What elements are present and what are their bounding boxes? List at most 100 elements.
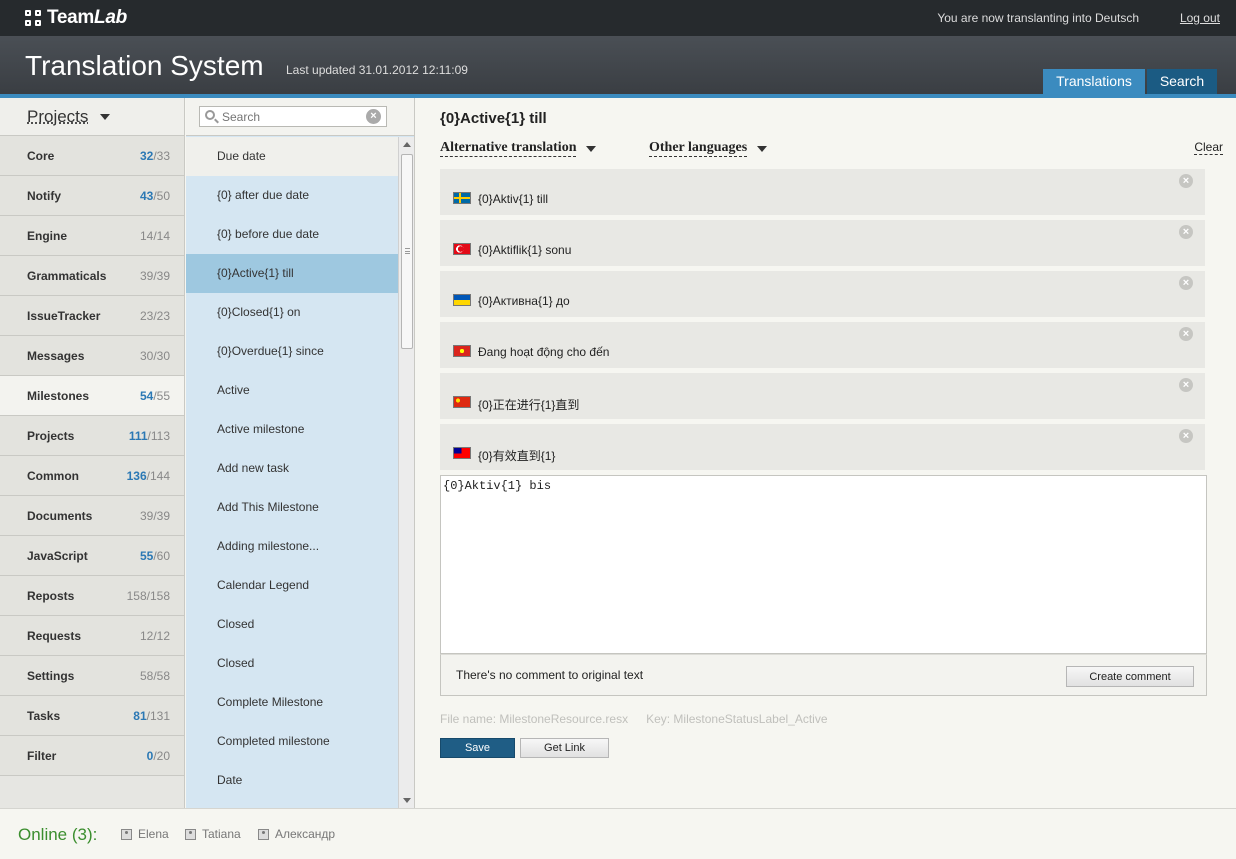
key-list-item[interactable]: Active — [186, 371, 398, 410]
vietnam-flag-icon — [453, 345, 471, 357]
sidebar-item-messages[interactable]: Messages 30/30 — [0, 336, 184, 376]
done-count: 43 — [139, 189, 154, 203]
scroll-up-icon[interactable] — [403, 142, 411, 147]
online-user[interactable]: Elena — [121, 827, 169, 841]
alternative-translation-item[interactable]: {0}Активна{1} до × — [440, 271, 1205, 317]
close-icon[interactable]: × — [1179, 174, 1193, 188]
done-count: 39 — [139, 509, 154, 523]
key-list-item[interactable]: Date — [186, 761, 398, 800]
sidebar-item-issuetracker[interactable]: IssueTracker 23/23 — [0, 296, 184, 336]
user-icon — [258, 828, 269, 840]
save-button[interactable]: Save — [440, 738, 515, 758]
close-icon[interactable]: × — [1179, 276, 1193, 290]
close-icon[interactable]: × — [1179, 429, 1193, 443]
online-user[interactable]: Tatiana — [185, 827, 241, 841]
sidebar-item-tasks[interactable]: Tasks 81/131 — [0, 696, 184, 736]
sidebar-item-reposts[interactable]: Reposts 158/158 — [0, 576, 184, 616]
key-list-item[interactable]: {0} before due date — [186, 215, 398, 254]
top-bar: Team Lab You are now translanting into De… — [0, 0, 1236, 36]
sidebar-item-milestones[interactable]: Milestones 54/55 — [0, 376, 184, 416]
logo-text-lab: Lab — [94, 7, 127, 28]
key-list-item[interactable]: Closed — [186, 644, 398, 683]
progress-count: 111/113 — [129, 429, 170, 443]
search-box[interactable]: × — [199, 106, 387, 127]
sidebar-item-filter[interactable]: Filter 0/20 — [0, 736, 184, 776]
key-name: Key: MilestoneStatusLabel_Active — [646, 712, 828, 726]
logout-link[interactable]: Log out — [1180, 11, 1220, 25]
close-icon[interactable]: × — [1179, 378, 1193, 392]
turkey-flag-icon — [453, 243, 471, 255]
key-list-item[interactable]: Add This Milestone — [186, 488, 398, 527]
alternative-translation-dropdown[interactable]: Alternative translation — [440, 140, 597, 157]
total-count: /158 — [146, 589, 170, 603]
sidebar-item-common[interactable]: Common 136/144 — [0, 456, 184, 496]
key-list-item[interactable]: Due date — [186, 137, 398, 176]
online-user[interactable]: Александр — [258, 827, 335, 841]
clear-link[interactable]: Clear — [1194, 140, 1223, 155]
get-link-button[interactable]: Get Link — [520, 738, 609, 758]
tab-search[interactable]: Search — [1147, 69, 1217, 94]
sidebar-item-javascript[interactable]: JavaScript 55/60 — [0, 536, 184, 576]
create-comment-button[interactable]: Create comment — [1066, 666, 1194, 687]
alternative-translation-item[interactable]: {0}正在进行{1}直到 × — [440, 373, 1205, 419]
scrollbar-thumb[interactable] — [401, 154, 413, 349]
sidebar-item-requests[interactable]: Requests 12/12 — [0, 616, 184, 656]
sidebar-item-grammaticals[interactable]: Grammaticals 39/39 — [0, 256, 184, 296]
translation-editor[interactable]: {0}Aktiv{1} bis — [440, 475, 1207, 654]
search-input[interactable] — [222, 109, 362, 124]
progress-count: 58/58 — [140, 669, 170, 683]
progress-count: 136/144 — [127, 469, 170, 483]
key-list-item[interactable]: Add new task — [186, 449, 398, 488]
teamlab-logo[interactable]: Team Lab — [25, 7, 127, 29]
key-list-item[interactable]: Completed milestone — [186, 722, 398, 761]
key-list-item[interactable]: {0}Closed{1} on — [186, 293, 398, 332]
sidebar-item-projects[interactable]: Projects 111/113 — [0, 416, 184, 456]
sidebar-item-label: Engine — [27, 229, 68, 243]
alternative-translation-text: {0}正在进行{1}直到 — [478, 398, 580, 412]
key-list-item[interactable]: Calendar Legend — [186, 566, 398, 605]
projects-dropdown[interactable]: Projects — [0, 98, 184, 136]
online-users-label: Online (3): — [18, 825, 98, 844]
scroll-down-icon[interactable] — [403, 798, 411, 803]
done-count: 55 — [139, 549, 154, 563]
progress-count: 12/12 — [140, 629, 170, 643]
clear-search-icon[interactable]: × — [366, 109, 381, 124]
alternative-translation-item[interactable]: Đang hoạt động cho đến × — [440, 322, 1205, 368]
sidebar-item-settings[interactable]: Settings 58/58 — [0, 656, 184, 696]
alternative-translation-item[interactable]: {0}Aktiv{1} till × — [440, 169, 1205, 215]
key-list-item[interactable]: Adding milestone... — [186, 527, 398, 566]
sidebar-item-engine[interactable]: Engine 14/14 — [0, 216, 184, 256]
close-icon[interactable]: × — [1179, 225, 1193, 239]
key-list: Due date {0} after due date {0} before due… — [186, 137, 398, 808]
sidebar-item-core[interactable]: Core 32/33 — [0, 136, 184, 176]
alternative-translation-text: Đang hoạt động cho đến — [478, 345, 610, 359]
key-list-item[interactable]: Closed — [186, 605, 398, 644]
sidebar-item-label: JavaScript — [27, 549, 88, 563]
comment-bar: There's no comment to original text Crea… — [440, 654, 1207, 696]
alternative-translation-item[interactable]: {0}Aktiflik{1} sonu × — [440, 220, 1205, 266]
key-list-item[interactable]: Complete Milestone — [186, 683, 398, 722]
alternative-translation-item[interactable]: {0}有效直到{1} × — [440, 424, 1205, 470]
user-name: Tatiana — [202, 827, 241, 841]
progress-count: 23/23 — [140, 309, 170, 323]
close-icon[interactable]: × — [1179, 327, 1193, 341]
header: Translation System Last updated 31.01.20… — [0, 36, 1236, 94]
tab-translations[interactable]: Translations — [1043, 69, 1145, 94]
progress-count: 14/14 — [140, 229, 170, 243]
alternative-translation-text: {0}Aktiv{1} till — [478, 192, 549, 206]
key-list-item[interactable]: {0} after due date — [186, 176, 398, 215]
key-list-scrollbar[interactable] — [398, 137, 414, 808]
key-list-item[interactable]: {0}Overdue{1} since — [186, 332, 398, 371]
key-list-item[interactable]: {0}Active{1} till — [186, 254, 398, 293]
sidebar-item-label: Tasks — [27, 709, 61, 723]
sidebar-item-documents[interactable]: Documents 39/39 — [0, 496, 184, 536]
key-title: {0}Active{1} till — [440, 110, 547, 127]
user-name: Elena — [138, 827, 169, 841]
done-count: 32 — [139, 149, 154, 163]
sidebar-item-notify[interactable]: Notify 43/50 — [0, 176, 184, 216]
search-bar: × — [186, 98, 414, 136]
total-count: /50 — [153, 189, 170, 203]
key-list-item[interactable]: Active milestone — [186, 410, 398, 449]
chevron-down-icon — [586, 145, 597, 152]
other-languages-dropdown[interactable]: Other languages — [649, 140, 768, 157]
